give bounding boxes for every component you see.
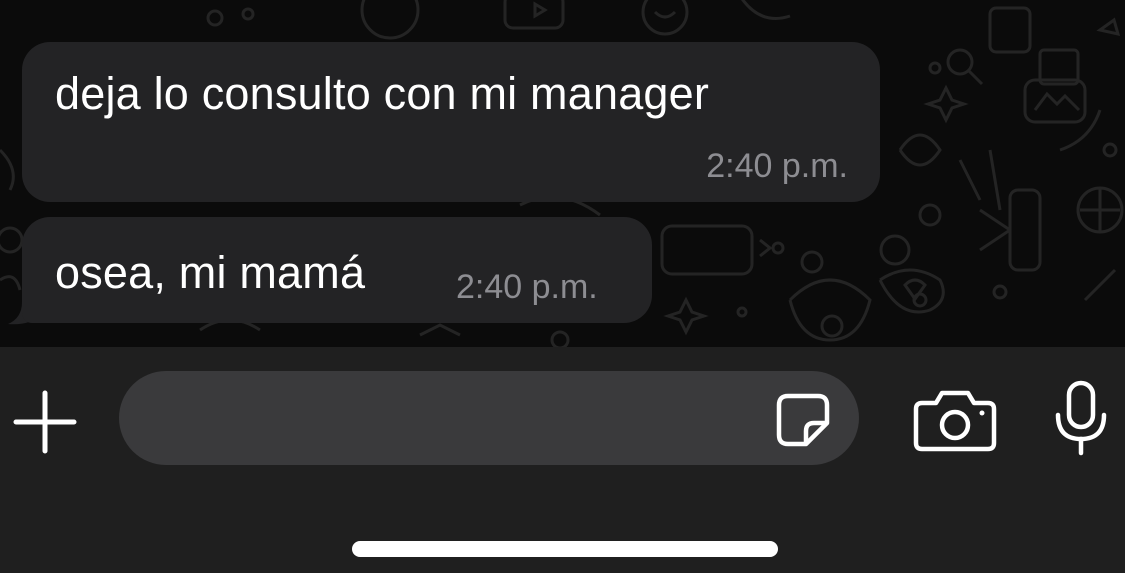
microphone-icon	[1055, 380, 1107, 456]
plus-icon	[13, 390, 77, 454]
camera-icon	[913, 390, 997, 452]
microphone-button[interactable]	[1048, 379, 1114, 459]
camera-button[interactable]	[912, 387, 998, 453]
message-text: deja lo consulto con mi manager	[55, 68, 710, 119]
message-timestamp: 2:40 p.m.	[706, 147, 848, 185]
home-indicator[interactable]	[352, 541, 778, 557]
sticker-button[interactable]	[772, 389, 834, 451]
incoming-message-bubble[interactable]: deja lo consulto con mi manager 2:40 p.m…	[22, 42, 880, 202]
chat-message-area[interactable]: deja lo consulto con mi manager 2:40 p.m…	[0, 0, 1125, 347]
message-timestamp: 2:40 p.m.	[456, 268, 598, 306]
message-text: osea, mi mamá	[55, 247, 366, 298]
composer-bar	[0, 347, 1125, 573]
message-input[interactable]	[119, 371, 859, 465]
chat-screen: deja lo consulto con mi manager 2:40 p.m…	[0, 0, 1125, 573]
sticker-icon	[776, 393, 830, 447]
attach-button[interactable]	[8, 385, 82, 459]
incoming-message-bubble[interactable]: osea, mi mamá 2:40 p.m.	[22, 217, 652, 323]
